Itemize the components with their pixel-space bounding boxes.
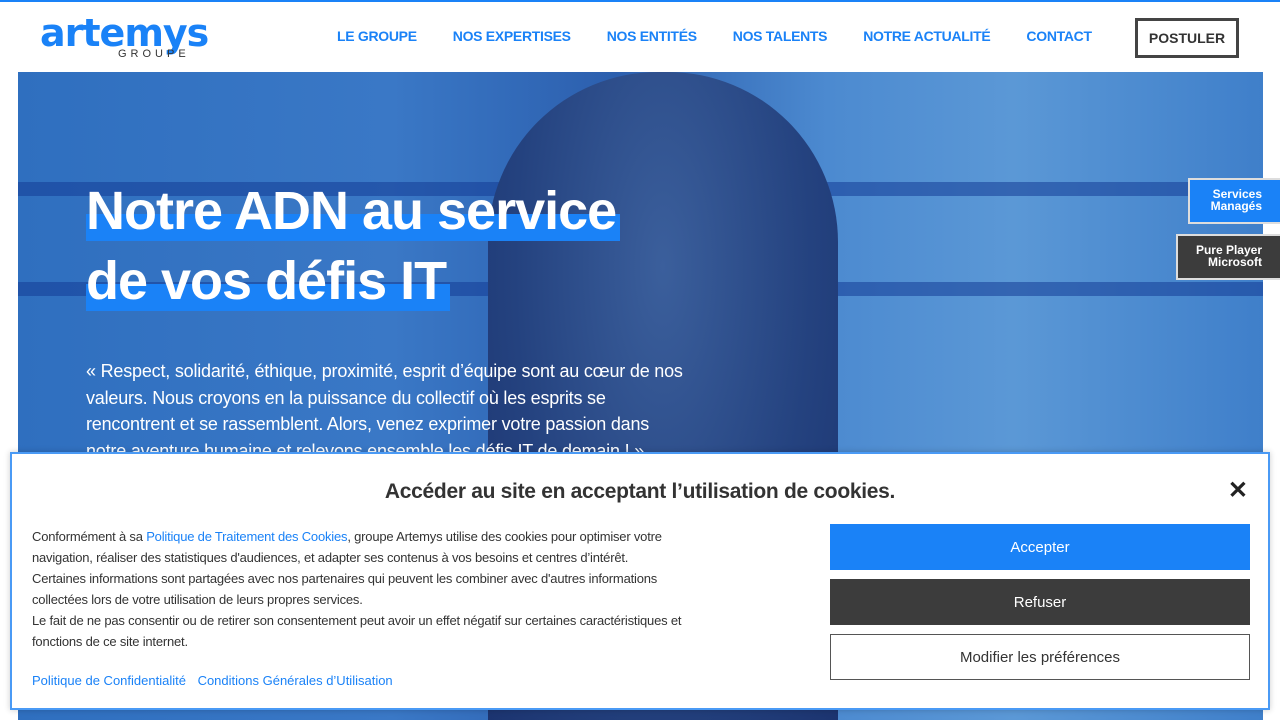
close-icon[interactable]: ✕ bbox=[1228, 476, 1248, 505]
nav-contact[interactable]: CONTACT bbox=[1026, 28, 1092, 44]
cookie-title: Accéder au site en acceptant l’utilisati… bbox=[384, 480, 896, 503]
cookie-policy-link[interactable]: Politique de Traitement des Cookies bbox=[146, 529, 347, 544]
refuse-button[interactable]: Refuser bbox=[830, 579, 1250, 625]
hero-title-line1: Notre ADN au service bbox=[86, 180, 621, 242]
artemys-logo[interactable]: artemys GROUPE bbox=[40, 14, 220, 62]
pure-player-microsoft-tab[interactable]: Pure Player Microsoft bbox=[1176, 234, 1280, 280]
site-header: artemys GROUPE LE GROUPE NOS EXPERTISES … bbox=[0, 2, 1280, 72]
hero-title-line2: de vos défis IT bbox=[86, 250, 451, 312]
nav-notre-actualite[interactable]: NOTRE ACTUALITÉ bbox=[863, 28, 991, 44]
nav-nos-expertises[interactable]: NOS EXPERTISES bbox=[453, 28, 571, 44]
nav-nos-entites[interactable]: NOS ENTITÉS bbox=[607, 28, 697, 44]
preferences-button[interactable]: Modifier les préférences bbox=[830, 634, 1250, 680]
nav-le-groupe[interactable]: LE GROUPE bbox=[337, 28, 417, 44]
cookie-banner: Accéder au site en acceptant l’utilisati… bbox=[10, 452, 1270, 710]
privacy-link[interactable]: Politique de Confidentialité bbox=[32, 673, 186, 688]
main-nav: LE GROUPE NOS EXPERTISES NOS ENTITÉS NOS… bbox=[337, 28, 1092, 44]
nav-nos-talents[interactable]: NOS TALENTS bbox=[733, 28, 828, 44]
accept-button[interactable]: Accepter bbox=[830, 524, 1250, 570]
postuler-button[interactable]: POSTULER bbox=[1135, 18, 1239, 58]
cookie-text: Conformément à sa Politique de Traitemen… bbox=[32, 529, 682, 649]
terms-link[interactable]: Conditions Générales d’Utilisation bbox=[198, 673, 393, 688]
hero-quote: « Respect, solidarité, éthique, proximit… bbox=[86, 361, 683, 461]
cookie-links: Politique de Confidentialité Conditions … bbox=[32, 673, 401, 688]
services-manages-tab[interactable]: Services Managés bbox=[1188, 178, 1280, 224]
